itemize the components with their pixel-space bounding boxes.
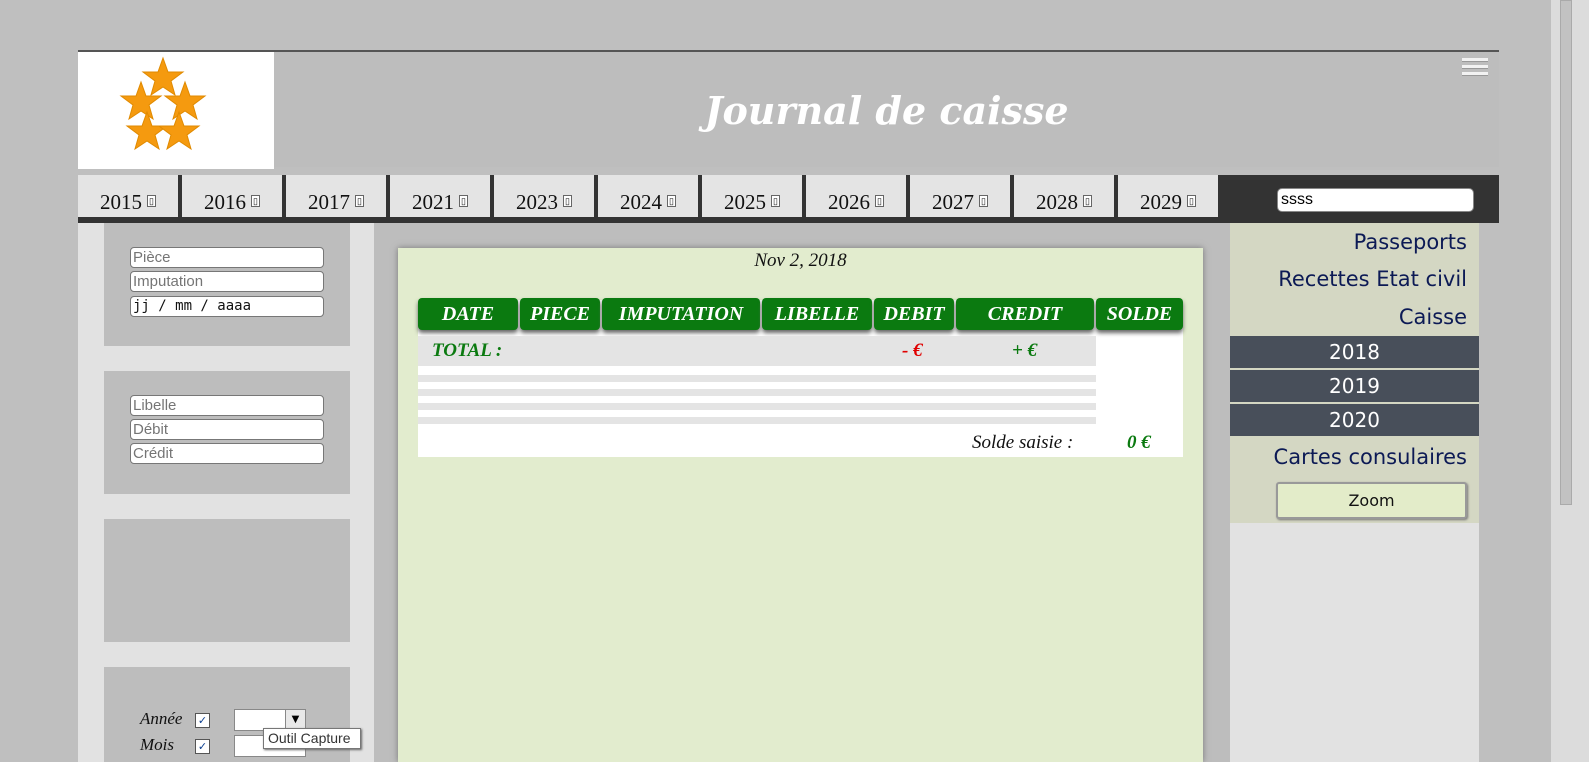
table-row xyxy=(418,375,1096,382)
journal-sheet: Nov 2, 2018 DATE PIECE IMPUTATION LIBELL… xyxy=(398,248,1203,762)
tab-2015[interactable]: 2015 ▯ xyxy=(78,175,180,217)
total-row: TOTAL : - € + € xyxy=(418,336,1096,366)
credit-field[interactable] xyxy=(130,443,324,464)
tab-2025[interactable]: 2025 ▯ xyxy=(702,175,804,217)
tab-icon: ▯ xyxy=(563,195,572,207)
tab-label: 2023 xyxy=(516,190,559,214)
tab-label: 2029 xyxy=(1140,190,1183,214)
annee-checkbox[interactable]: ✓ xyxy=(195,713,210,728)
tab-label: 2024 xyxy=(620,190,663,214)
nav-year-2020[interactable]: 2020 xyxy=(1230,404,1479,436)
table-row xyxy=(418,389,1096,396)
star-logo-icon xyxy=(119,56,207,151)
col-piece[interactable]: PIECE xyxy=(520,298,600,330)
tab-label: 2025 xyxy=(724,190,767,214)
tab-label: 2021 xyxy=(412,190,455,214)
table-row xyxy=(418,403,1096,410)
solde-label: Solde saisie : xyxy=(972,432,1074,453)
zoom-button[interactable]: Zoom xyxy=(1276,482,1467,519)
piece-field[interactable] xyxy=(130,247,324,268)
journal-table: DATE PIECE IMPUTATION LIBELLE DEBIT CRED… xyxy=(418,298,1183,457)
table-row xyxy=(418,417,1096,424)
tab-icon: ▯ xyxy=(1083,195,1092,207)
form-panel-3 xyxy=(104,519,350,642)
tab-label: 2016 xyxy=(204,190,247,214)
nav-passeports[interactable]: Passeports xyxy=(1354,230,1467,254)
annee-label: Année xyxy=(140,709,183,728)
tab-icon: ▯ xyxy=(459,195,468,207)
tab-label: 2015 xyxy=(100,190,143,214)
tab-2026[interactable]: 2026 ▯ xyxy=(806,175,908,217)
tab-label: 2027 xyxy=(932,190,975,214)
right-sidebar: Passeports Recettes Etat civil Caisse 20… xyxy=(1230,223,1479,762)
nav-cartes-consulaires[interactable]: Cartes consulaires xyxy=(1274,445,1467,469)
page-title: Journal de caisse xyxy=(704,88,1069,133)
tab-icon: ▯ xyxy=(667,195,676,207)
col-libelle[interactable]: LIBELLE xyxy=(762,298,872,330)
nav-caisse[interactable]: Caisse xyxy=(1399,305,1467,329)
imputation-field[interactable] xyxy=(130,271,324,292)
col-debit[interactable]: DEBIT xyxy=(874,298,954,330)
col-imputation[interactable]: IMPUTATION xyxy=(602,298,760,330)
tab-icon: ▯ xyxy=(1187,195,1196,207)
tab-icon: ▯ xyxy=(355,195,364,207)
mois-label: Mois xyxy=(140,735,174,754)
col-credit[interactable]: CREDIT xyxy=(956,298,1094,330)
tab-label: 2017 xyxy=(308,190,351,214)
search-input[interactable] xyxy=(1277,188,1474,212)
tab-2028[interactable]: 2028 ▯ xyxy=(1014,175,1116,217)
tab-icon: ▯ xyxy=(875,195,884,207)
tab-2017[interactable]: 2017 ▯ xyxy=(286,175,388,217)
total-credit: + € xyxy=(1012,340,1038,361)
tab-2029[interactable]: 2029 ▯ xyxy=(1118,175,1220,217)
tab-icon: ▯ xyxy=(147,195,156,207)
left-sidebar: jj / mm / aaaa Année ✓ ▼ Mois ✓ Outil Ca… xyxy=(78,223,374,762)
debit-field[interactable] xyxy=(130,419,324,440)
logo xyxy=(78,52,274,169)
total-label: TOTAL : xyxy=(432,340,503,361)
filter-panel: Année ✓ ▼ Mois ✓ Outil Capture xyxy=(104,667,361,762)
tab-2027[interactable]: 2027 ▯ xyxy=(910,175,1012,217)
nav-recettes-etat-civil[interactable]: Recettes Etat civil xyxy=(1278,267,1467,291)
form-panel-1: jj / mm / aaaa xyxy=(104,223,350,346)
solde-value: 0 € xyxy=(1127,432,1151,453)
form-panel-2 xyxy=(104,371,350,494)
tab-2023[interactable]: 2023 ▯ xyxy=(494,175,596,217)
date-field[interactable]: jj / mm / aaaa xyxy=(130,296,324,317)
col-date[interactable]: DATE xyxy=(418,298,518,330)
tab-icon: ▯ xyxy=(771,195,780,207)
page-header: Journal de caisse xyxy=(78,50,1499,169)
tab-label: 2028 xyxy=(1036,190,1079,214)
col-solde[interactable]: SOLDE xyxy=(1096,298,1183,330)
tab-label: 2026 xyxy=(828,190,871,214)
chevron-down-icon: ▼ xyxy=(285,710,305,730)
nav-year-2018[interactable]: 2018 xyxy=(1230,336,1479,368)
tooltip: Outil Capture xyxy=(263,728,361,749)
total-debit: - € xyxy=(902,340,923,361)
tab-2021[interactable]: 2021 ▯ xyxy=(390,175,492,217)
tab-2016[interactable]: 2016 ▯ xyxy=(182,175,284,217)
libelle-field[interactable] xyxy=(130,395,324,416)
tab-icon: ▯ xyxy=(251,195,260,207)
mois-checkbox[interactable]: ✓ xyxy=(195,739,210,754)
right-nav: Passeports Recettes Etat civil Caisse 20… xyxy=(1230,223,1479,523)
tab-icon: ▯ xyxy=(979,195,988,207)
main-content: Nov 2, 2018 DATE PIECE IMPUTATION LIBELL… xyxy=(374,223,1230,762)
nav-year-2019[interactable]: 2019 xyxy=(1230,370,1479,402)
tab-2024[interactable]: 2024 ▯ xyxy=(598,175,700,217)
hamburger-icon[interactable] xyxy=(1462,58,1488,80)
journal-date: Nov 2, 2018 xyxy=(754,250,847,271)
scrollbar-thumb[interactable] xyxy=(1560,0,1572,505)
